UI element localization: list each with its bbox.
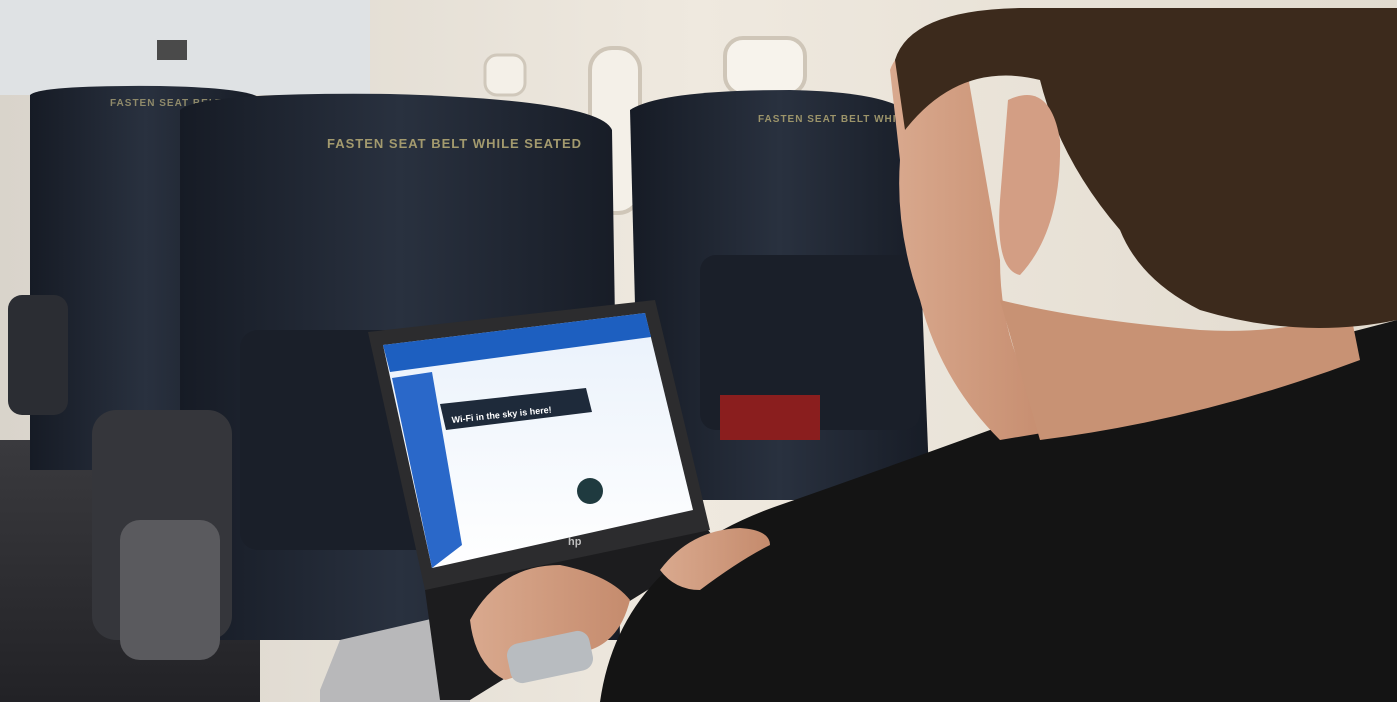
magazine-in-pocket — [720, 395, 820, 440]
seatback-label-middle: FASTEN SEAT BELT WHILE SEATED — [327, 136, 582, 151]
armrest-middle-base — [120, 520, 220, 660]
overhead-vent — [157, 40, 187, 60]
cabin-window-2 — [723, 36, 807, 96]
laptop-brand-logo: hp — [568, 536, 582, 548]
cabin-window-3 — [483, 53, 527, 97]
airplane-cabin-photo: FASTEN SEAT BELT WHILE SEATED FASTEN SEA… — [0, 0, 1397, 702]
photo-illustration: FASTEN SEAT BELT WHILE SEATED FASTEN SEA… — [0, 0, 1397, 702]
armrest-far-left — [8, 295, 68, 415]
wifi-logo-badge — [577, 478, 603, 504]
